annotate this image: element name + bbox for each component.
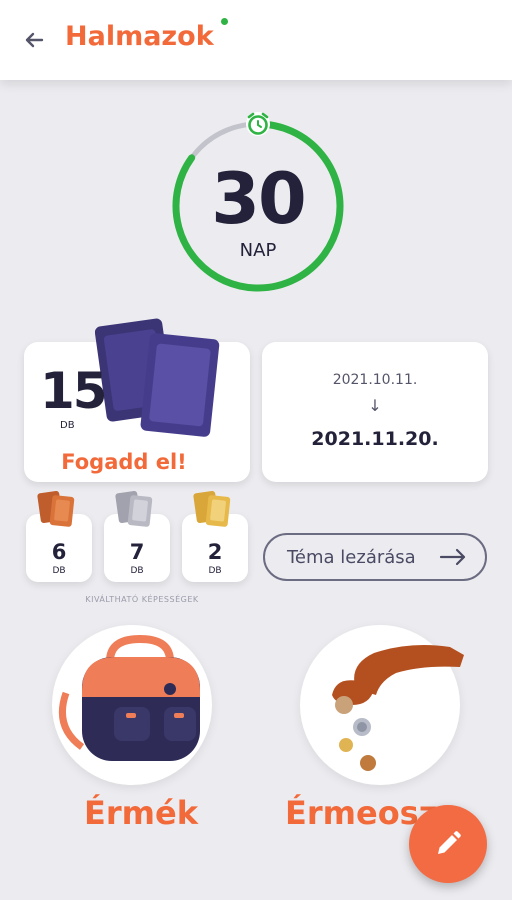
bronze-cards-icon bbox=[37, 491, 75, 527]
coin-drop-tile[interactable] bbox=[300, 625, 464, 785]
cards-count: 15 bbox=[40, 362, 108, 420]
badge-unit: DB bbox=[52, 566, 66, 576]
silver-cards-icon bbox=[115, 491, 153, 527]
badge-count: 2 bbox=[207, 540, 223, 564]
badge-unit: DB bbox=[130, 566, 144, 576]
card-stack-icon bbox=[95, 318, 220, 437]
gold-cards-icon bbox=[193, 491, 231, 527]
accept-button[interactable]: Fogadd el! bbox=[24, 450, 224, 474]
cards-unit: DB bbox=[60, 420, 75, 431]
arrow-down-icon: ↓ bbox=[368, 396, 382, 415]
status-dot bbox=[221, 18, 228, 25]
app-bar: Halmazok bbox=[0, 0, 512, 80]
badge-count: 6 bbox=[51, 540, 67, 564]
start-date: 2021.10.11. bbox=[332, 372, 418, 388]
timer-value: 30 bbox=[211, 158, 306, 240]
page-title: Halmazok bbox=[65, 21, 214, 52]
edit-fab[interactable] bbox=[409, 805, 487, 883]
coins-tile[interactable] bbox=[52, 625, 212, 785]
coin-drop-icon bbox=[332, 645, 464, 771]
badges-caption: KIVÁLTHATÓ KÉPESSÉGEK bbox=[85, 595, 199, 604]
badge-unit: DB bbox=[208, 566, 222, 576]
close-topic-button[interactable]: Téma lezárása bbox=[263, 533, 487, 581]
badge-count: 7 bbox=[129, 540, 145, 564]
close-topic-label: Téma lezárása bbox=[287, 547, 416, 568]
arrow-left-icon[interactable] bbox=[20, 26, 48, 54]
timer-unit: NAP bbox=[239, 240, 277, 261]
arrow-right-icon bbox=[439, 548, 466, 566]
coins-label: Érmék bbox=[84, 794, 198, 832]
alarm-clock-icon bbox=[246, 112, 270, 136]
backpack-icon bbox=[58, 634, 200, 761]
end-date: 2021.11.20. bbox=[311, 428, 439, 450]
pencil-icon bbox=[438, 831, 461, 854]
